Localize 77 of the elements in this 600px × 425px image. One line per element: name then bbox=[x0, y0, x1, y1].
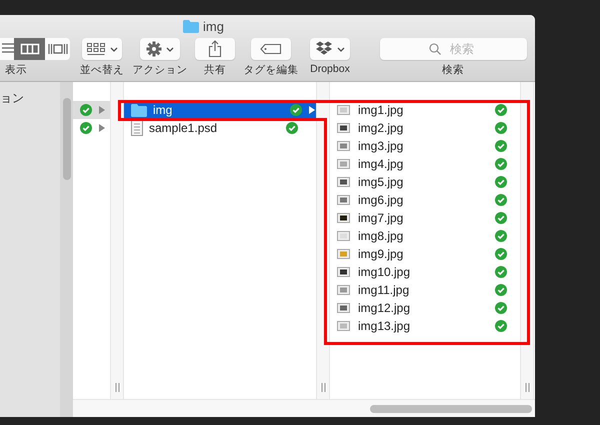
file-name: img12.jpg bbox=[358, 301, 412, 315]
toolbar-label: Dropbox bbox=[310, 63, 350, 75]
grid-icon bbox=[86, 41, 106, 57]
sort-button[interactable] bbox=[82, 38, 122, 60]
dropbox-button[interactable] bbox=[310, 38, 350, 60]
file-row[interactable]: img11.jpg bbox=[330, 281, 520, 299]
file-name: img5.jpg bbox=[358, 175, 404, 189]
file-row[interactable]: img13.jpg bbox=[330, 317, 520, 335]
dropbox-icon bbox=[315, 41, 333, 57]
image-thumbnail-icon bbox=[337, 105, 350, 115]
toolbar-label: 表示 bbox=[5, 63, 27, 77]
scrollbar-thumb[interactable] bbox=[370, 404, 532, 412]
file-row[interactable]: img2.jpg bbox=[330, 119, 520, 137]
file-row[interactable]: img1.jpg bbox=[330, 101, 520, 119]
file-name: img10.jpg bbox=[358, 265, 412, 279]
search-icon bbox=[428, 43, 440, 55]
window-title: img bbox=[203, 19, 224, 34]
file-row[interactable]: img6.jpg bbox=[330, 191, 520, 209]
image-thumbnail-icon bbox=[337, 177, 350, 187]
share-icon bbox=[208, 40, 222, 58]
share-button[interactable] bbox=[195, 38, 235, 60]
file-row[interactable]: img5.jpg bbox=[330, 173, 520, 191]
toolbar-label: 検索 bbox=[442, 63, 464, 77]
tag-icon bbox=[260, 43, 282, 55]
sidebar-item[interactable]: ョン bbox=[0, 90, 60, 107]
action-button[interactable] bbox=[140, 38, 180, 60]
image-thumbnail-icon bbox=[337, 231, 350, 241]
file-row[interactable]: img3.jpg bbox=[330, 137, 520, 155]
gear-icon bbox=[146, 41, 162, 57]
view-mode-button[interactable] bbox=[14, 38, 45, 60]
file-name: img4.jpg bbox=[358, 157, 404, 171]
file-name: img7.jpg bbox=[358, 211, 404, 225]
column-view-icon bbox=[20, 41, 40, 57]
file-name: img6.jpg bbox=[358, 193, 404, 207]
resize-grip-icon[interactable] bbox=[524, 383, 530, 392]
image-thumbnail-icon bbox=[337, 213, 350, 223]
file-name: img9.jpg bbox=[358, 247, 404, 261]
document-icon bbox=[131, 120, 143, 136]
file-name: sample1.psd bbox=[149, 121, 218, 135]
search-field[interactable]: 検索 bbox=[380, 38, 526, 60]
image-thumbnail-icon bbox=[337, 267, 350, 277]
toolbar-label: 共有 bbox=[204, 63, 226, 77]
file-row[interactable]: img8.jpg bbox=[330, 227, 520, 245]
image-thumbnail-icon bbox=[337, 249, 350, 259]
chevron-down-icon bbox=[166, 46, 174, 52]
tag-button[interactable] bbox=[251, 38, 291, 60]
file-name: img3.jpg bbox=[358, 139, 404, 153]
toolbar-label: タグを編集 bbox=[244, 63, 298, 77]
image-thumbnail-icon bbox=[337, 123, 350, 133]
image-thumbnail-icon bbox=[337, 285, 350, 295]
image-thumbnail-icon bbox=[337, 159, 350, 169]
folder-icon bbox=[183, 20, 200, 33]
cover-flow-icon bbox=[48, 41, 68, 57]
file-row[interactable]: img4.jpg bbox=[330, 155, 520, 173]
file-name: img11.jpg bbox=[358, 283, 410, 297]
file-row[interactable]: img7.jpg bbox=[330, 209, 520, 227]
file-row[interactable]: sample1.psd bbox=[124, 119, 316, 137]
file-row[interactable]: img9.jpg bbox=[330, 245, 520, 263]
image-thumbnail-icon bbox=[337, 321, 350, 331]
file-row[interactable]: img10.jpg bbox=[330, 263, 520, 281]
folder-icon bbox=[131, 104, 147, 116]
image-thumbnail-icon bbox=[337, 195, 350, 205]
file-name: img13.jpg bbox=[358, 319, 412, 333]
resize-grip-icon[interactable] bbox=[320, 383, 326, 392]
toolbar-label: 並べ替え bbox=[80, 63, 124, 77]
scrollbar-thumb[interactable] bbox=[62, 98, 70, 180]
toolbar-label: アクション bbox=[132, 63, 188, 77]
file-row[interactable]: img12.jpg bbox=[330, 299, 520, 317]
file-name: img1.jpg bbox=[358, 103, 404, 117]
chevron-down-icon bbox=[110, 46, 118, 52]
image-thumbnail-icon bbox=[337, 141, 350, 151]
image-thumbnail-icon bbox=[337, 303, 350, 313]
chevron-down-icon bbox=[337, 46, 345, 52]
file-name: img bbox=[153, 103, 174, 117]
file-name: img2.jpg bbox=[358, 121, 404, 135]
file-name: img8.jpg bbox=[358, 229, 404, 243]
resize-grip-icon[interactable] bbox=[114, 383, 120, 392]
